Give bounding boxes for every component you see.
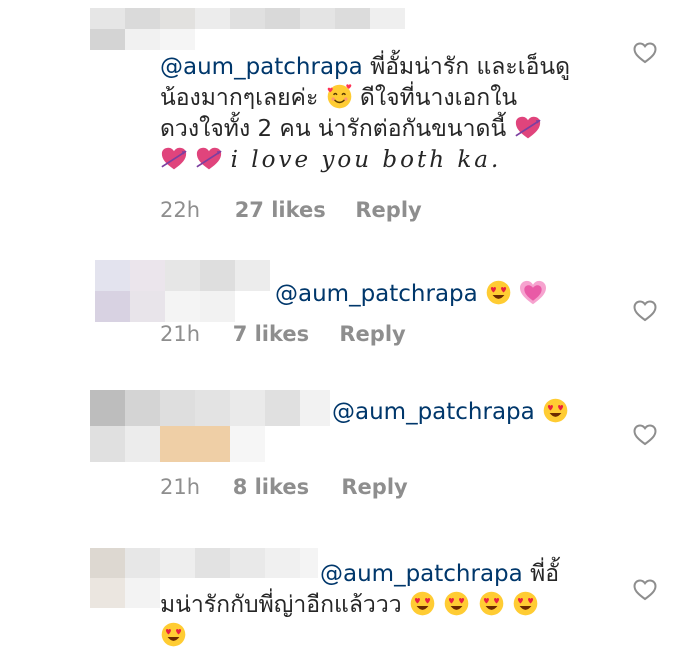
reply-button[interactable]: Reply — [355, 198, 421, 222]
comment-1: @aum_patchrapa พี่อั้มน่ารัก และเอ็นดู น… — [0, 0, 696, 235]
blurred-username — [90, 390, 330, 462]
heart-with-arrow-emoji — [161, 147, 187, 170]
timestamp: 21h — [160, 475, 201, 499]
script-text: i love you both ka. — [230, 147, 502, 173]
timestamp: 22h — [160, 198, 201, 222]
heart-eyes-emoji — [410, 591, 435, 616]
smiling-face-with-hearts-emoji — [327, 84, 351, 109]
heart-eyes-emoji — [479, 591, 503, 616]
heart-outline-icon[interactable] — [633, 42, 657, 64]
mention-link[interactable]: @aum_patchrapa — [320, 561, 523, 587]
comment-text: @aum_patchrapa พี่อั้มน่ารัก และเอ็นดู น… — [160, 54, 571, 173]
reply-button[interactable]: Reply — [339, 322, 405, 346]
comment-meta: 22h 27 likes Reply — [160, 198, 422, 222]
reply-button[interactable]: Reply — [341, 475, 407, 499]
comment-text: @aum_patchrapa — [332, 397, 569, 428]
heart-with-arrow-emoji — [196, 147, 222, 170]
heart-outline-icon[interactable] — [633, 424, 657, 446]
heart-eyes-emoji — [543, 398, 568, 423]
mention-link[interactable]: @aum_patchrapa — [332, 399, 535, 425]
comment-4: @aum_patchrapa พี่อั้ มน่ารักกับพี่ญ่าอี… — [0, 543, 696, 653]
timestamp: 21h — [160, 322, 201, 346]
comment-text: @aum_patchrapa พี่อั้ มน่ารักกับพี่ญ่าอี… — [160, 559, 559, 652]
likes-count[interactable]: 8 likes — [233, 475, 335, 499]
blurred-username — [90, 8, 410, 50]
mention-link[interactable]: @aum_patchrapa — [275, 281, 478, 307]
heart-with-arrow-emoji — [514, 116, 541, 139]
heart-eyes-emoji — [513, 591, 538, 616]
growing-heart-emoji — [520, 280, 547, 305]
heart-eyes-emoji — [161, 622, 186, 647]
heart-eyes-emoji — [486, 280, 511, 305]
likes-count[interactable]: 7 likes — [233, 322, 333, 346]
heart-outline-icon[interactable] — [633, 579, 657, 601]
heart-outline-icon[interactable] — [633, 300, 657, 322]
comment-meta: 21h 7 likes Reply — [160, 322, 406, 346]
comment-2: @aum_patchrapa 21h 7 likes Reply — [0, 255, 696, 355]
likes-count[interactable]: 27 likes — [235, 198, 349, 222]
mention-link[interactable]: @aum_patchrapa — [160, 54, 363, 80]
comment-text: @aum_patchrapa — [275, 279, 547, 310]
heart-eyes-emoji — [445, 591, 469, 616]
blurred-username — [95, 260, 270, 322]
comment-meta: 21h 8 likes Reply — [160, 475, 408, 499]
comment-3: @aum_patchrapa 21h 8 likes Reply — [0, 385, 696, 515]
